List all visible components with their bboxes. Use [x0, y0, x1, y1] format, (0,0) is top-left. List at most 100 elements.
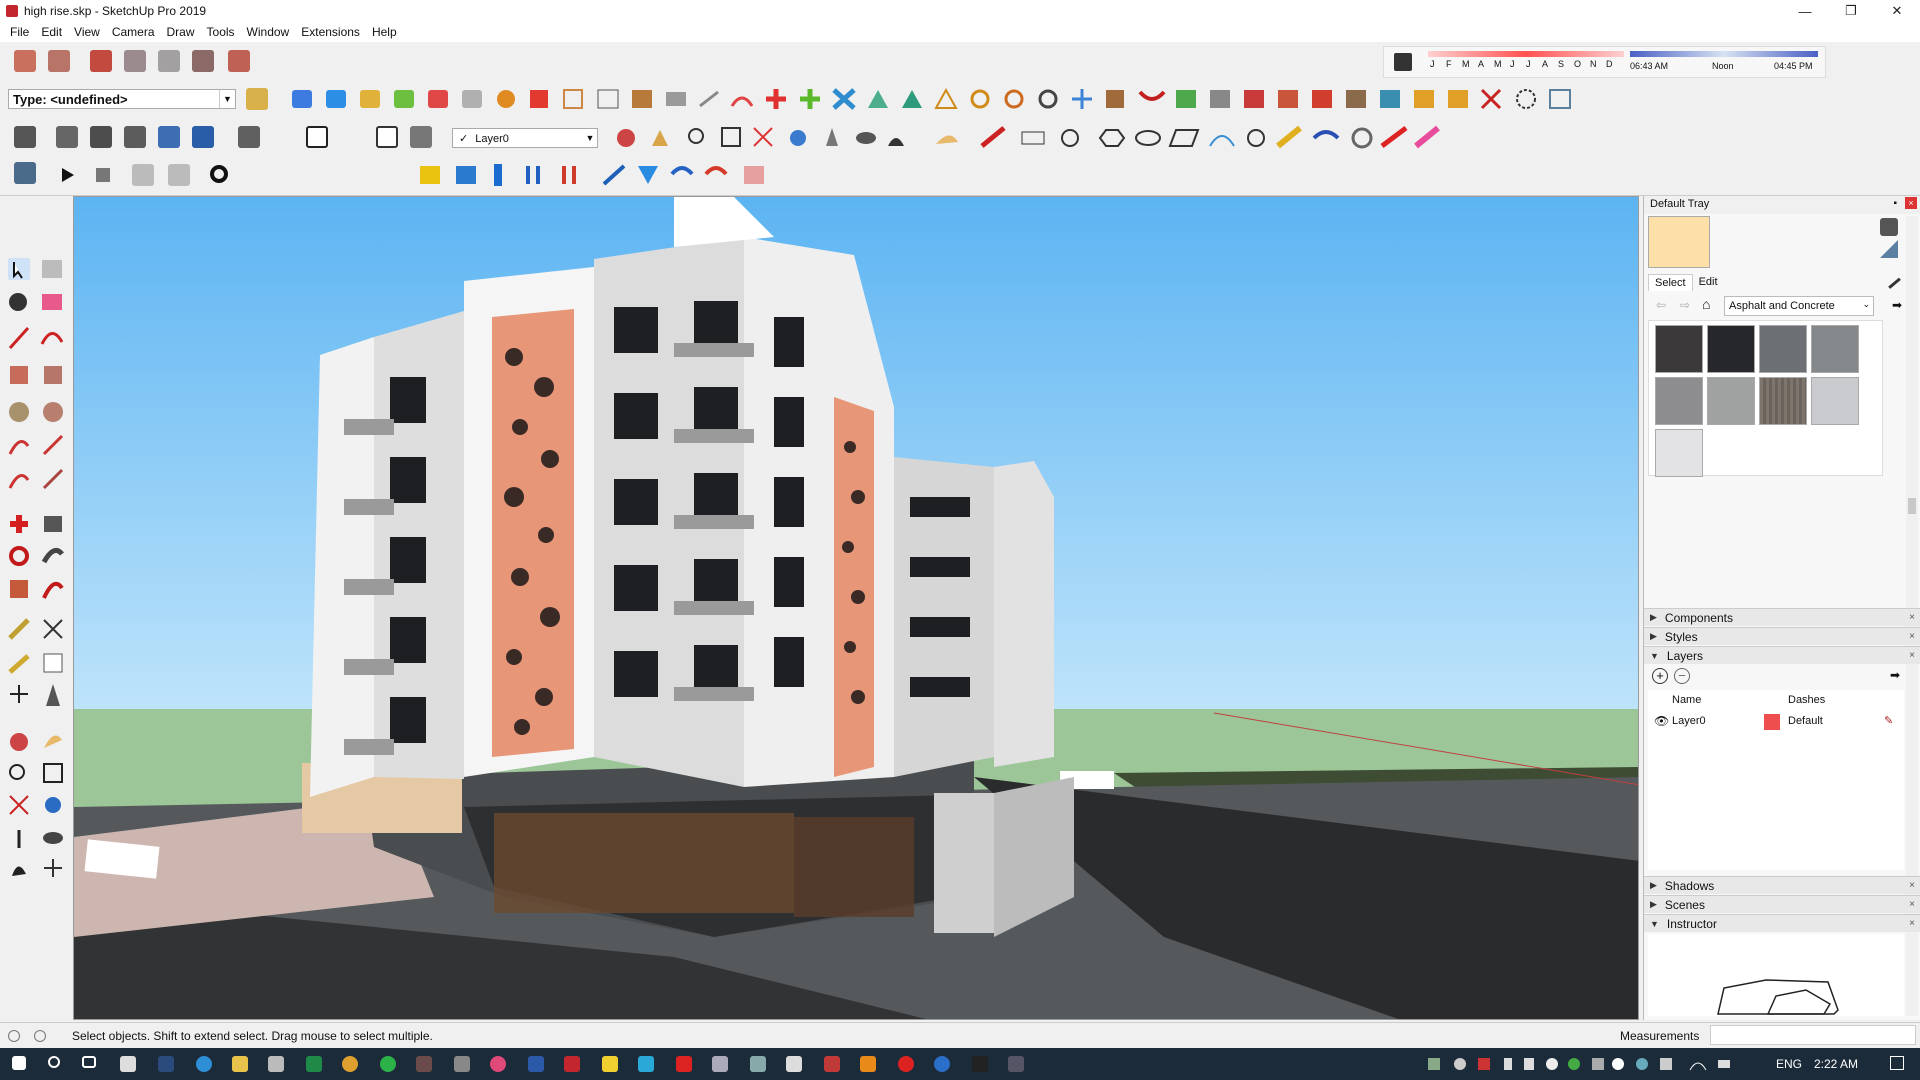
excel-icon[interactable]	[306, 1056, 322, 1072]
material-swatch[interactable]	[1759, 377, 1807, 425]
chevron-down-icon[interactable]: ▼	[583, 129, 597, 147]
create-material-icon[interactable]	[1880, 218, 1898, 236]
whatsapp-icon[interactable]	[380, 1056, 396, 1072]
style-textures-icon[interactable]	[238, 126, 260, 148]
word-icon[interactable]	[528, 1056, 544, 1072]
details-arrow-icon[interactable]: ➡	[1892, 298, 1902, 312]
add-layer-icon[interactable]: +	[1652, 668, 1668, 684]
app-icon[interactable]	[454, 1056, 470, 1072]
panel-components[interactable]: ▶ Components ×	[1644, 608, 1920, 626]
close-icon[interactable]: ×	[1909, 631, 1915, 642]
material-swatch[interactable]	[1707, 325, 1755, 373]
eyedropper-icon[interactable]	[1881, 269, 1901, 289]
classifier-icon[interactable]	[246, 88, 268, 110]
tool-icons-row2[interactable]	[286, 86, 1612, 112]
system-tray-icons[interactable]	[1428, 1056, 1748, 1072]
layer-details-icon[interactable]: ➡	[1890, 668, 1900, 682]
next-scene-icon[interactable]	[168, 164, 190, 186]
clock[interactable]: 2:22 AM	[1814, 1057, 1858, 1071]
layer-name[interactable]: Layer0	[1672, 715, 1706, 727]
material-swatch[interactable]	[1655, 325, 1703, 373]
menu-edit[interactable]: Edit	[35, 25, 68, 39]
material-swatch[interactable]	[1707, 377, 1755, 425]
app-icon[interactable]	[638, 1056, 654, 1072]
panel-instructor[interactable]: ▼ Instructor ×	[1644, 914, 1920, 932]
style-backedges-icon[interactable]	[90, 126, 112, 148]
app-icon[interactable]	[712, 1056, 728, 1072]
previous-scene-icon[interactable]	[132, 164, 154, 186]
vlc-icon[interactable]	[860, 1056, 876, 1072]
calculator-icon[interactable]	[120, 1056, 136, 1072]
warehouse-icon[interactable]	[410, 126, 432, 148]
gear-icon[interactable]	[210, 165, 228, 183]
restore-button[interactable]: ❐	[1828, 0, 1874, 22]
style-xray-icon[interactable]	[56, 126, 78, 148]
close-button[interactable]: ✕	[1874, 0, 1920, 22]
material-swatch[interactable]	[1759, 325, 1807, 373]
task-view-icon[interactable]	[82, 1056, 96, 1068]
notifications-icon[interactable]	[1890, 1056, 1904, 1070]
app-icon[interactable]	[1008, 1056, 1024, 1072]
left-view-icon[interactable]	[192, 50, 214, 72]
minimize-button[interactable]: —	[1782, 0, 1828, 22]
menu-file[interactable]: File	[4, 25, 35, 39]
panel-styles[interactable]: ▶ Styles ×	[1644, 627, 1920, 645]
right-view-icon[interactable]	[124, 50, 146, 72]
panel-layers[interactable]: ▼ Layers ×	[1644, 646, 1920, 664]
pin-icon[interactable]: ▪	[1893, 198, 1897, 209]
back-view-icon[interactable]	[158, 50, 180, 72]
chrome-icon[interactable]	[342, 1056, 358, 1072]
menu-view[interactable]: View	[68, 25, 106, 39]
acrobat-icon[interactable]	[676, 1056, 692, 1072]
house-outline-icon[interactable]	[376, 126, 398, 148]
left-tool-icons[interactable]	[0, 254, 72, 914]
material-swatch[interactable]	[1811, 325, 1859, 373]
search-icon[interactable]	[48, 1056, 60, 1068]
collection-select[interactable]: Asphalt and Concrete ⌄	[1724, 296, 1874, 316]
app-icon[interactable]	[490, 1056, 506, 1072]
entity-type-field[interactable]: Type: <undefined> ▼	[8, 89, 236, 109]
material-swatch[interactable]	[1811, 377, 1859, 425]
sticky-notes-icon[interactable]	[602, 1056, 618, 1072]
menu-draw[interactable]: Draw	[161, 25, 201, 39]
stop-icon[interactable]	[96, 168, 110, 182]
layer-manager-icon[interactable]	[14, 126, 36, 148]
panel-shadows[interactable]: ▶ Shadows ×	[1644, 876, 1920, 894]
menu-camera[interactable]: Camera	[106, 25, 161, 39]
building-model[interactable]	[74, 197, 1639, 1020]
time-slider[interactable]	[1630, 51, 1818, 57]
close-icon[interactable]: ×	[1909, 650, 1915, 661]
close-icon[interactable]: ×	[1909, 612, 1915, 623]
language-indicator[interactable]: ENG	[1776, 1057, 1802, 1071]
tray-close-icon[interactable]: ×	[1905, 197, 1917, 209]
measurements-field[interactable]	[1710, 1025, 1916, 1045]
menu-help[interactable]: Help	[366, 25, 403, 39]
layer-select[interactable]: ✓ Layer0 ▼	[452, 128, 598, 148]
eye-icon[interactable]: 👁	[1654, 714, 1669, 728]
layer-color-swatch[interactable]	[1764, 714, 1780, 730]
front-view-icon[interactable]	[90, 50, 112, 72]
menu-window[interactable]: Window	[241, 25, 296, 39]
close-icon[interactable]: ×	[1909, 899, 1915, 910]
chevron-down-icon[interactable]: ▼	[219, 90, 235, 108]
close-icon[interactable]: ×	[1909, 880, 1915, 891]
chevron-down-icon[interactable]: ⌄	[1862, 299, 1870, 310]
app-icon[interactable]	[750, 1056, 766, 1072]
app-icon[interactable]	[824, 1056, 840, 1072]
house-icon[interactable]	[306, 126, 328, 148]
home-icon[interactable]: ⌂	[1702, 296, 1710, 312]
remove-layer-icon[interactable]: −	[1674, 668, 1690, 684]
sketchup-taskbar-icon[interactable]	[564, 1056, 580, 1072]
edge-icon[interactable]	[196, 1056, 212, 1072]
app-icon[interactable]	[934, 1056, 950, 1072]
pencil-icon[interactable]: ✎	[1884, 714, 1893, 727]
tab-edit[interactable]: Edit	[1693, 274, 1724, 291]
bridge-icon[interactable]	[972, 1056, 988, 1072]
credits-icon[interactable]	[34, 1029, 46, 1042]
sample-paint-icon[interactable]	[1880, 240, 1898, 258]
bottom-view-icon[interactable]	[228, 50, 250, 72]
top-view-icon[interactable]	[48, 50, 70, 72]
modeling-viewport[interactable]	[73, 196, 1639, 1020]
back-icon[interactable]: ⇦	[1656, 298, 1666, 312]
style-shaded-icon[interactable]	[192, 126, 214, 148]
